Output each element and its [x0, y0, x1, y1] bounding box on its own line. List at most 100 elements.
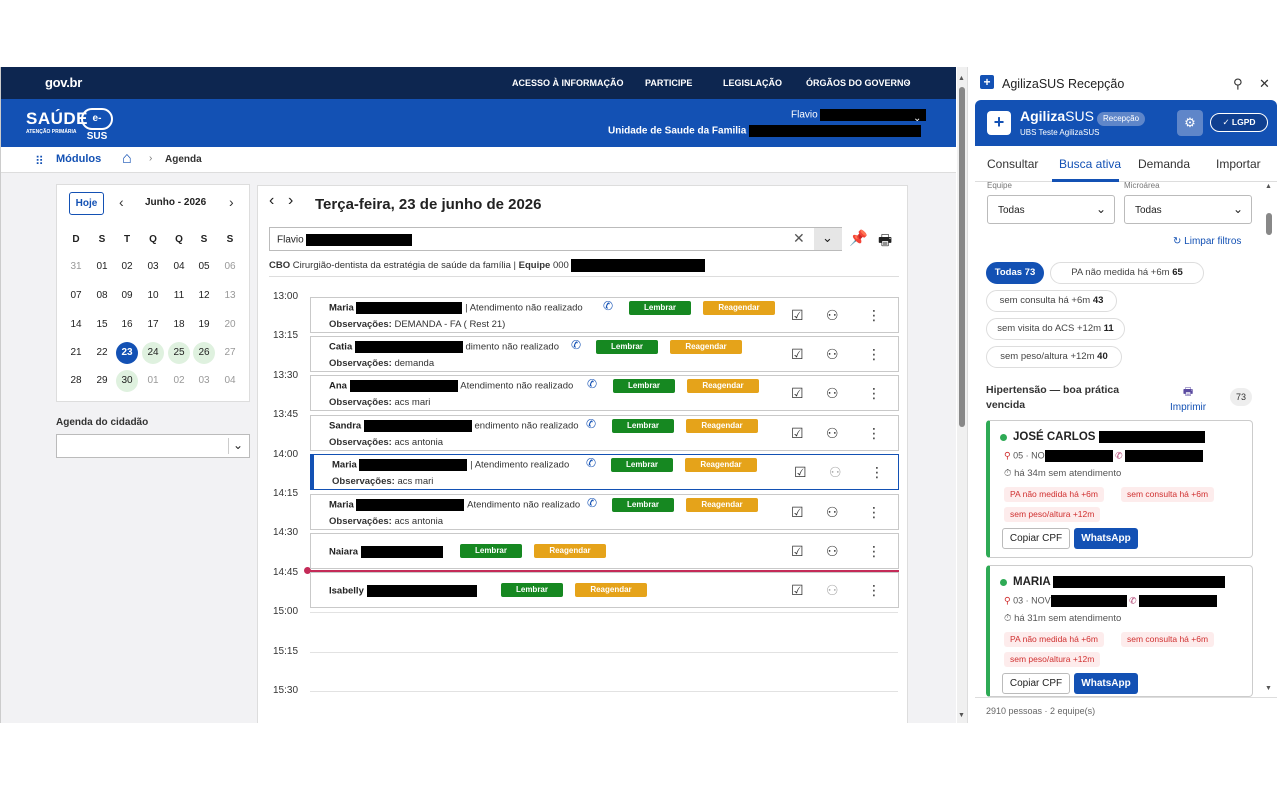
calendar-day[interactable]: 27 — [219, 342, 241, 364]
chevron-down-icon[interactable]: ⌄ — [904, 76, 912, 87]
print-button[interactable]: 🖶 Imprimir — [1170, 383, 1206, 413]
appointment-row[interactable]: Sandra endimento não realizado ✆ Lembrar Re… — [310, 415, 899, 451]
calendar-day[interactable]: 19 — [193, 314, 215, 336]
more-options-icon[interactable]: ⋮ — [867, 582, 881, 599]
scroll-up-icon[interactable]: ▲ — [1265, 183, 1272, 190]
pin-icon[interactable]: 📌 — [849, 229, 868, 247]
calendar-day[interactable]: 02 — [168, 370, 190, 392]
calendar-day[interactable]: 12 — [193, 285, 215, 307]
calendar-day[interactable]: 30 — [116, 370, 138, 392]
link-legislacao[interactable]: LEGISLAÇÃO — [723, 78, 782, 88]
calendar-day[interactable]: 25 — [168, 342, 190, 364]
chip-sem-visita-acs[interactable]: sem visita do ACS +12m 11 — [986, 318, 1125, 340]
calendar-day[interactable]: 15 — [91, 314, 113, 336]
appointment-row[interactable]: Maria | Atendimento realizado ✆ Lembrar Rea… — [310, 454, 899, 490]
scrollbar-thumb[interactable] — [959, 87, 965, 427]
scroll-down-icon[interactable]: ▼ — [1265, 685, 1272, 692]
remind-button[interactable]: Lembrar — [612, 498, 674, 512]
remind-button[interactable]: Lembrar — [501, 583, 563, 597]
chip-todas[interactable]: Todas 73 — [986, 262, 1044, 284]
remind-button[interactable]: Lembrar — [596, 340, 658, 354]
chevron-down-icon[interactable]: ⌄ — [913, 113, 921, 124]
equipe-select[interactable]: Todas ⌄ — [987, 195, 1115, 224]
user-alert-icon[interactable]: ⚇ — [826, 346, 839, 363]
next-month-icon[interactable]: › — [229, 194, 234, 210]
calendar-day[interactable]: 13 — [219, 285, 241, 307]
calendar-day[interactable]: 04 — [168, 256, 190, 278]
checklist-icon[interactable]: ☑ — [794, 464, 807, 481]
user-alert-icon[interactable]: ⚇ — [826, 307, 839, 324]
citizen-agenda-select[interactable]: ⌄ — [56, 434, 250, 458]
checklist-icon[interactable]: ☑ — [791, 582, 804, 599]
user-alert-icon[interactable]: ⚇ — [829, 464, 842, 481]
copy-cpf-button[interactable]: Copiar CPF — [1002, 528, 1070, 549]
tab-importar[interactable]: Importar — [1216, 157, 1261, 171]
calendar-day[interactable]: 01 — [142, 370, 164, 392]
tab-busca-ativa[interactable]: Busca ativa — [1059, 157, 1121, 171]
grid-icon[interactable]: ⠿ — [35, 154, 44, 168]
modules-button[interactable]: Módulos — [56, 153, 101, 165]
calendar-day[interactable]: 07 — [65, 285, 87, 307]
remind-button[interactable]: Lembrar — [612, 419, 674, 433]
calendar-day[interactable]: 06 — [219, 256, 241, 278]
reschedule-button[interactable]: Reagendar — [686, 419, 758, 433]
appointment-row[interactable]: Catia dimento não realizado ✆ Lembrar Reage… — [310, 336, 899, 372]
calendar-day[interactable]: 11 — [168, 285, 190, 307]
clear-icon[interactable]: ✕ — [793, 230, 805, 247]
calendar-day[interactable]: 03 — [193, 370, 215, 392]
calendar-day[interactable]: 17 — [142, 314, 164, 336]
more-options-icon[interactable]: ⋮ — [867, 385, 881, 402]
reschedule-button[interactable]: Reagendar — [686, 498, 758, 512]
calendar-day[interactable]: 26 — [193, 342, 215, 364]
phone-icon[interactable]: ✆ — [587, 377, 597, 391]
checklist-icon[interactable]: ☑ — [791, 385, 804, 402]
gear-icon[interactable]: ⚙ — [1177, 110, 1203, 136]
phone-icon[interactable]: ✆ — [603, 299, 613, 313]
checklist-icon[interactable]: ☑ — [791, 425, 804, 442]
appointment-row[interactable]: Maria Atendimento não realizado ✆ Lembrar R… — [310, 494, 899, 530]
calendar-day[interactable]: 24 — [142, 342, 164, 364]
appointment-row[interactable]: Maria | Atendimento não realizado ✆ Lembra… — [310, 297, 899, 333]
calendar-day[interactable]: 08 — [91, 285, 113, 307]
more-options-icon[interactable]: ⋮ — [867, 425, 881, 442]
user-alert-icon[interactable]: ⚇ — [826, 385, 839, 402]
calendar-day[interactable]: 31 — [65, 256, 87, 278]
today-button[interactable]: Hoje — [69, 192, 104, 215]
home-icon[interactable]: ⌂ — [122, 150, 132, 168]
calendar-day[interactable]: 03 — [142, 256, 164, 278]
user-alert-icon[interactable]: ⚇ — [826, 425, 839, 442]
more-options-icon[interactable]: ⋮ — [867, 504, 881, 521]
close-icon[interactable]: ✕ — [1259, 76, 1270, 92]
copy-cpf-button[interactable]: Copiar CPF — [1002, 673, 1070, 694]
print-icon[interactable]: 🖶 — [878, 230, 892, 255]
phone-icon[interactable]: ✆ — [586, 456, 596, 470]
tab-consultar[interactable]: Consultar — [987, 157, 1038, 171]
reschedule-button[interactable]: Reagendar — [575, 583, 647, 597]
main-scrollbar[interactable]: ▲ ▼ — [957, 67, 967, 723]
clear-filters-link[interactable]: ↻ Limpar filtros — [1173, 236, 1241, 247]
link-orgaos-governo[interactable]: ÓRGÃOS DO GOVERNO — [806, 78, 911, 88]
calendar-day[interactable]: 09 — [116, 285, 138, 307]
prev-day-icon[interactable]: ‹ — [269, 192, 274, 210]
whatsapp-button[interactable]: WhatsApp — [1074, 528, 1138, 549]
chevron-down-icon[interactable]: ⌄ — [233, 438, 243, 452]
calendar-day[interactable]: 16 — [116, 314, 138, 336]
link-acesso-informacao[interactable]: ACESSO À INFORMAÇÃO — [512, 78, 624, 88]
more-options-icon[interactable]: ⋮ — [867, 307, 881, 324]
user-alert-icon[interactable]: ⚇ — [826, 582, 839, 599]
calendar-day[interactable]: 05 — [193, 256, 215, 278]
calendar-day[interactable]: 14 — [65, 314, 87, 336]
calendar-day[interactable]: 29 — [91, 370, 113, 392]
panel-scrollbar[interactable]: ▲ ▼ — [1265, 183, 1274, 701]
scroll-down-icon[interactable]: ▼ — [958, 712, 965, 719]
calendar-day[interactable]: 18 — [168, 314, 190, 336]
reschedule-button[interactable]: Reagendar — [670, 340, 742, 354]
calendar-day[interactable]: 22 — [91, 342, 113, 364]
gov-logo[interactable]: gov.br — [45, 75, 82, 90]
remind-button[interactable]: Lembrar — [629, 301, 691, 315]
chip-pa-nao-medida[interactable]: PA não medida há +6m 65 — [1050, 262, 1204, 284]
reschedule-button[interactable]: Reagendar — [534, 544, 606, 558]
user-alert-icon[interactable]: ⚇ — [826, 543, 839, 560]
scrollbar-thumb[interactable] — [1266, 213, 1272, 235]
calendar-day[interactable]: 28 — [65, 370, 87, 392]
